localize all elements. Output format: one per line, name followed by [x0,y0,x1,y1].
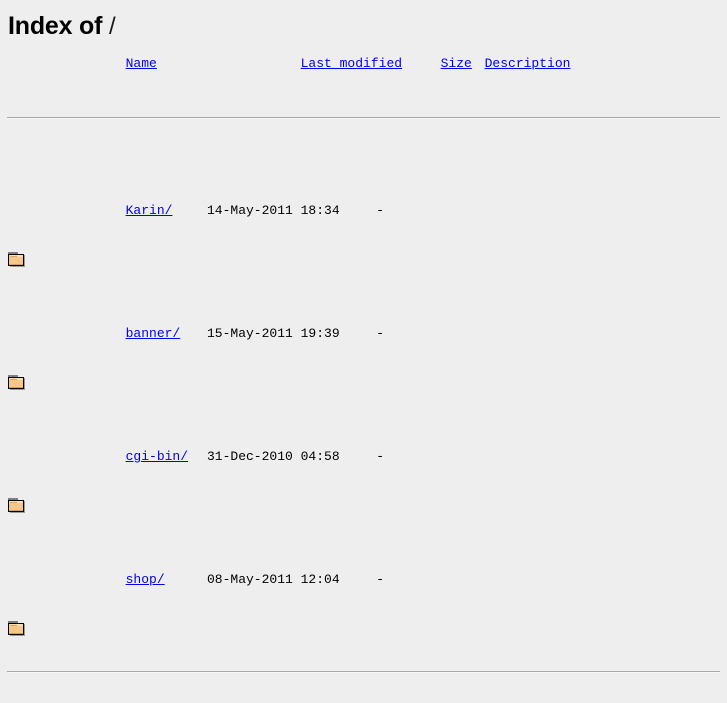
table-row: Karin/ 14-May-2011 18:34 - [7,149,720,272]
directory-link[interactable]: cgi-bin/ [126,449,188,464]
header-separator-row [7,87,720,149]
sort-by-name-link[interactable]: Name [126,56,157,71]
footer-separator-cell [7,641,720,703]
directory-link[interactable]: shop/ [126,572,165,587]
row-description-cell [391,149,720,272]
table-row: banner/ 15-May-2011 19:39 - [7,272,720,395]
directory-link[interactable]: banner/ [126,326,181,341]
directory-index-page: Index of / Name Last modified Size Descr… [0,0,727,703]
row-description-cell [391,518,720,641]
row-size-cell: - [376,326,384,341]
directory-listing: Name Last modified Size Description Kari… [0,41,727,703]
page-title-path: / [108,13,116,40]
table-row: shop/ 08-May-2011 12:04 - [7,518,720,641]
folder-icon [7,323,27,390]
page-title-prefix: Index of [8,12,109,40]
table-header-row: Name Last modified Size Description [7,41,720,87]
folder-icon [7,569,27,636]
folder-icon [7,200,27,267]
table-row: cgi-bin/ 31-Dec-2010 04:58 - [7,395,720,518]
header-description-cell: Description [391,41,720,87]
row-description-cell [391,395,720,518]
directory-link[interactable]: Karin/ [126,203,173,218]
header-last-modified-cell: Last modified [207,41,402,87]
row-last-modified-cell: 08-May-2011 12:04 [207,572,340,587]
row-size-cell: - [376,203,384,218]
index-table: Name Last modified Size Description Kari… [7,41,720,703]
folder-icon [7,446,27,513]
header-icon-cell [7,41,32,87]
row-size-cell: - [376,449,384,464]
row-description-cell [391,272,720,395]
row-icon-cell [7,149,32,272]
row-last-modified-cell: 14-May-2011 18:34 [207,203,340,218]
footer-separator-row [7,641,720,703]
header-separator-cell [7,87,720,149]
horizontal-rule-bottom [7,671,720,673]
row-last-modified-cell: 15-May-2011 19:39 [207,326,340,341]
sort-by-description-link[interactable]: Description [485,56,571,71]
header-name-cell: Name [32,41,207,87]
horizontal-rule-top [7,117,720,119]
page-title: Index of / [0,0,727,41]
header-size-cell: Size [347,41,472,87]
row-name-cell: shop/ [32,518,207,641]
row-last-modified-cell: 31-Dec-2010 04:58 [207,449,340,464]
row-size-cell: - [376,572,384,587]
